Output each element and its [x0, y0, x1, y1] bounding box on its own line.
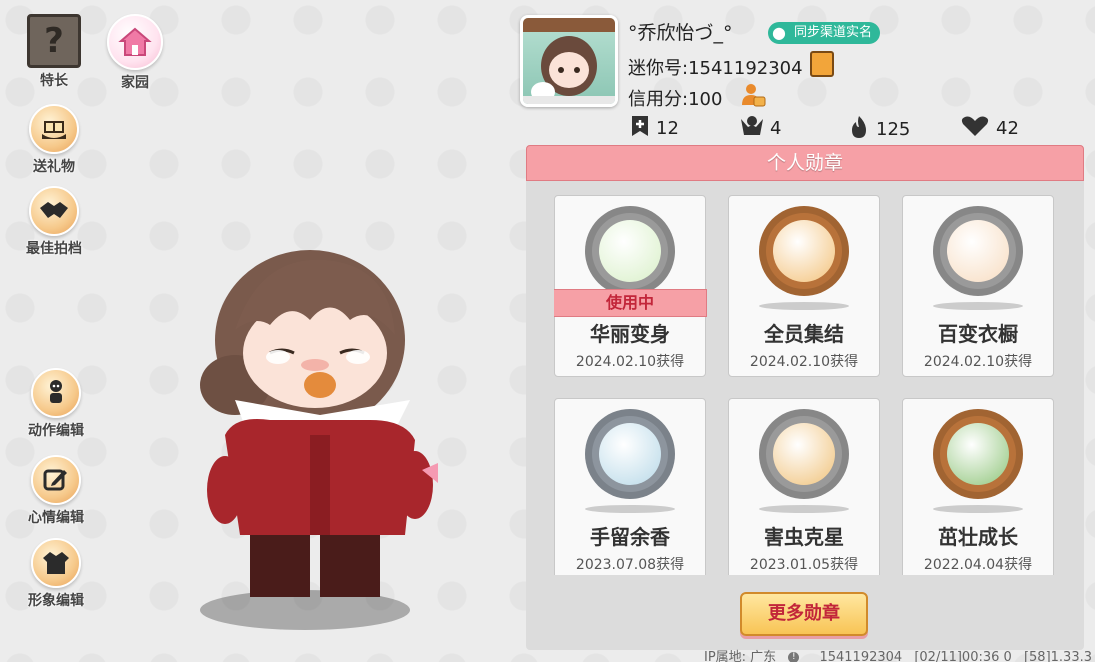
fans-icon — [740, 115, 764, 142]
footer-id: 1541192304 — [819, 650, 903, 662]
partner-button[interactable]: 最佳拍档 — [14, 186, 94, 258]
copy-id-icon[interactable] — [810, 51, 834, 77]
bookmark-plus-icon — [630, 115, 650, 142]
mood-edit-label: 心情编辑 — [28, 510, 84, 526]
medal-emblem — [759, 409, 849, 499]
medal-name: 百变衣橱 — [938, 322, 1018, 346]
outfit-icon — [31, 538, 81, 588]
medal-date: 2024.02.10获得 — [749, 354, 859, 370]
medal-emblem — [933, 409, 1023, 499]
action-figure-icon — [31, 368, 81, 418]
medal-emblem-inner — [947, 220, 1009, 282]
medal-emblem-inner — [599, 423, 661, 485]
talent-button[interactable]: ? 特长 — [14, 14, 94, 90]
stat-likes[interactable]: 42 — [960, 115, 1019, 142]
medal-card[interactable]: 茁壮成长 2022.04.04获得 — [902, 398, 1054, 575]
medal-emblem — [585, 409, 675, 499]
medal-emblem-inner — [773, 220, 835, 282]
medal-date: 2024.02.10获得 — [923, 354, 1033, 370]
medals-panel: 个人勋章 使用中 华丽变身 2024.02.10获得 全员集结 2024.02.… — [526, 145, 1084, 650]
image-edit-label: 形象编辑 — [28, 593, 84, 609]
stat-fans-value: 4 — [770, 118, 782, 139]
handshake-icon — [29, 186, 79, 236]
medal-emblem-inner — [947, 423, 1009, 485]
image-edit-button[interactable]: 形象编辑 — [16, 538, 96, 610]
medal-emblem — [759, 206, 849, 296]
credit-score: 信用分:100 — [628, 89, 723, 110]
medal-card[interactable]: 手留余香 2023.07.08获得 — [554, 398, 706, 575]
stat-collections-value: 12 — [656, 118, 679, 139]
info-icon[interactable]: ! — [788, 652, 800, 662]
medal-card[interactable]: 使用中 华丽变身 2024.02.10获得 — [554, 195, 707, 377]
edit-pencil-icon — [31, 455, 81, 505]
house-icon — [107, 14, 163, 70]
medal-shadow — [759, 302, 849, 310]
stat-likes-value: 42 — [996, 118, 1019, 139]
question-icon: ? — [27, 14, 81, 68]
player-nickname: °乔欣怡づ_° — [628, 22, 733, 44]
action-edit-label: 动作编辑 — [28, 423, 84, 439]
medal-name: 害虫克星 — [764, 525, 844, 549]
medal-shadow — [933, 505, 1023, 513]
medals-title: 个人勋章 — [526, 145, 1084, 181]
footer-version: [58]1.33.3 — [1023, 650, 1092, 662]
partner-label: 最佳拍档 — [26, 241, 82, 257]
medal-emblem-inner — [773, 423, 835, 485]
stat-collections[interactable]: 12 — [630, 115, 679, 142]
medal-name: 全员集结 — [764, 322, 844, 346]
medal-card[interactable]: 百变衣橱 2024.02.10获得 — [902, 195, 1054, 377]
medal-date: 2022.04.04获得 — [923, 557, 1033, 573]
gift-label: 送礼物 — [33, 159, 75, 175]
credit-person-icon[interactable] — [740, 82, 766, 108]
medal-card[interactable]: 害虫克星 2023.01.05获得 — [728, 398, 880, 575]
medal-shadow — [759, 505, 849, 513]
stat-fans[interactable]: 4 — [740, 115, 781, 142]
profile-avatar[interactable] — [520, 15, 618, 107]
footer-info: IP属地: 广东 ! 1541192304 [02/11]00:36 0 [58… — [704, 646, 1095, 662]
profile-avatar-art — [523, 18, 615, 104]
medal-date: 2023.07.08获得 — [575, 557, 685, 573]
medal-emblem-inner — [599, 220, 661, 282]
medal-grid[interactable]: 使用中 华丽变身 2024.02.10获得 全员集结 2024.02.10获得 … — [554, 195, 1056, 575]
in-use-tag: 使用中 — [554, 289, 707, 317]
footer-timestamp: [02/11]00:36 0 — [914, 650, 1012, 662]
medal-date: 2024.02.10获得 — [575, 354, 685, 370]
avatar-figure — [200, 250, 438, 597]
medal-date: 2023.01.05获得 — [749, 557, 859, 573]
home-label: 家园 — [121, 75, 149, 91]
real-name-badge[interactable]: 同步渠道实名 — [768, 22, 881, 44]
gift-button[interactable]: 送礼物 — [14, 104, 94, 176]
heart-hands-icon — [960, 115, 990, 142]
mood-edit-button[interactable]: 心情编辑 — [16, 455, 96, 527]
medal-emblem — [585, 206, 675, 296]
medal-shadow — [585, 505, 675, 513]
ip-location-text: IP属地: 广东 — [704, 650, 777, 662]
gift-hand-icon — [29, 104, 79, 154]
medal-name: 华丽变身 — [590, 322, 670, 346]
mini-id: 迷你号:1541192304 — [628, 58, 803, 79]
medal-emblem — [933, 206, 1023, 296]
fire-icon — [848, 115, 870, 144]
stat-popularity[interactable]: 125 — [848, 115, 910, 144]
medal-shadow — [933, 302, 1023, 310]
home-button[interactable]: 家园 — [95, 14, 175, 92]
more-medals-button[interactable]: 更多勋章 — [740, 592, 868, 636]
player-avatar[interactable] — [200, 235, 440, 635]
medal-card[interactable]: 全员集结 2024.02.10获得 — [728, 195, 880, 377]
talent-label: 特长 — [40, 73, 68, 89]
stat-popularity-value: 125 — [876, 119, 911, 140]
ip-location: IP属地: 广东 ! — [704, 650, 807, 662]
action-edit-button[interactable]: 动作编辑 — [16, 368, 96, 440]
medal-name: 茁壮成长 — [938, 525, 1018, 549]
medal-name: 手留余香 — [590, 525, 670, 549]
